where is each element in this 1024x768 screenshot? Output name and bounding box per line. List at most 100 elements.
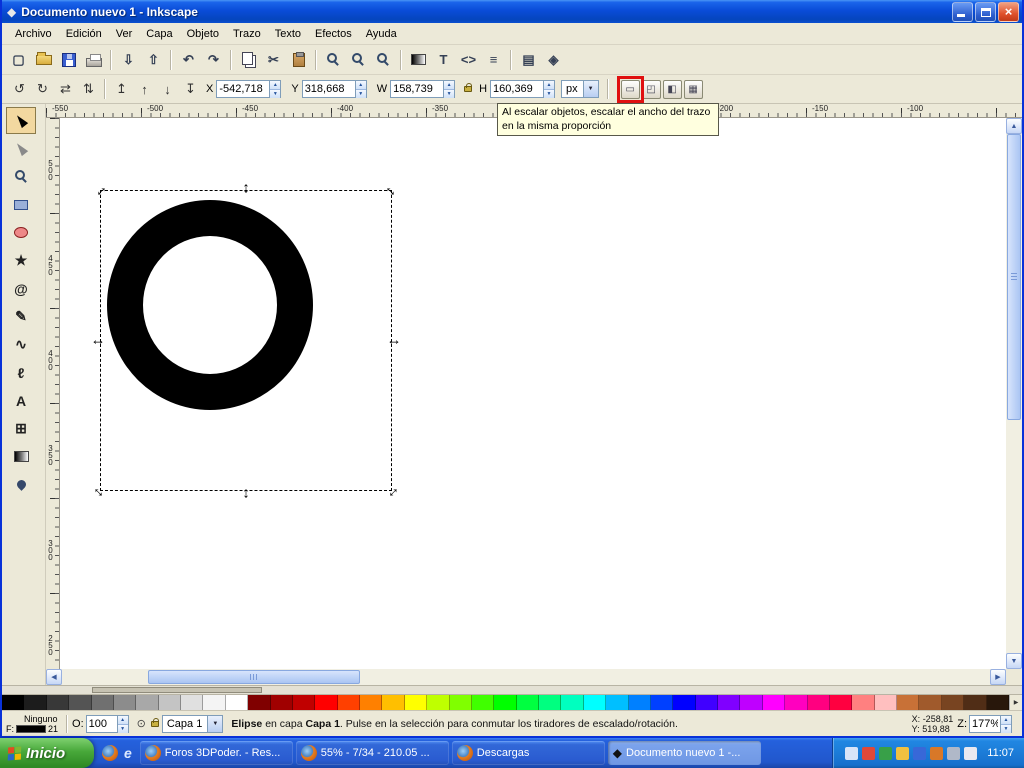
selection-handle-e[interactable]: ↔ bbox=[387, 333, 402, 348]
palette-swatch[interactable] bbox=[807, 695, 830, 710]
palette-scroll-thumb[interactable] bbox=[92, 687, 262, 693]
menu-objeto[interactable]: Objeto bbox=[180, 25, 226, 43]
palette-swatch[interactable] bbox=[427, 695, 450, 710]
fill-stroke-indicator[interactable]: Ninguno F: 21 bbox=[6, 714, 58, 734]
rotate-90-cw-button[interactable]: ↻ bbox=[31, 79, 54, 100]
connector-tool[interactable]: ⊞ bbox=[6, 415, 36, 442]
palette-swatch[interactable] bbox=[516, 695, 539, 710]
raise-button[interactable]: ↑ bbox=[133, 79, 156, 100]
palette-swatch[interactable] bbox=[69, 695, 92, 710]
palette-swatch[interactable] bbox=[91, 695, 114, 710]
palette-swatch[interactable] bbox=[650, 695, 674, 710]
pencil-tool[interactable]: ✎ bbox=[6, 303, 36, 330]
palette-swatch[interactable] bbox=[628, 695, 651, 710]
star-tool[interactable]: ★ bbox=[6, 247, 36, 274]
import-document-button[interactable]: ⇩ bbox=[116, 48, 141, 71]
zoom-input[interactable] bbox=[970, 715, 1000, 732]
open-document-button[interactable] bbox=[31, 48, 56, 71]
lower-to-bottom-button[interactable]: ↧ bbox=[179, 79, 202, 100]
task-inkscape[interactable]: ◆ Documento nuevo 1 -... bbox=[607, 741, 761, 765]
palette-more-button[interactable]: ▶ bbox=[1009, 695, 1022, 710]
selection-handle-s[interactable]: ↕ bbox=[242, 486, 250, 501]
palette-swatch[interactable] bbox=[113, 695, 137, 710]
palette-swatch[interactable] bbox=[136, 695, 159, 710]
palette-swatch[interactable] bbox=[404, 695, 428, 710]
menu-efectos[interactable]: Efectos bbox=[308, 25, 359, 43]
horizontal-scrollbar[interactable]: ◀ ▶ bbox=[46, 669, 1006, 685]
palette-swatch[interactable] bbox=[583, 695, 607, 710]
gradient-tool[interactable] bbox=[6, 443, 36, 470]
palette-swatch[interactable] bbox=[874, 695, 897, 710]
bezier-tool[interactable]: ∿ bbox=[6, 331, 36, 358]
selection-handle-n[interactable]: ↕ bbox=[242, 181, 250, 196]
lower-button[interactable]: ↓ bbox=[156, 79, 179, 100]
vertical-ruler[interactable]: 500 450 400 350 300 250 bbox=[46, 118, 60, 669]
zoom-to-page-button[interactable] bbox=[371, 48, 396, 71]
palette-swatch[interactable] bbox=[24, 695, 47, 710]
move-gradients-toggle[interactable]: ◧ bbox=[662, 79, 682, 99]
dropper-tool[interactable] bbox=[6, 471, 36, 498]
raise-to-top-button[interactable]: ↥ bbox=[110, 79, 133, 100]
w-input[interactable] bbox=[391, 81, 444, 97]
w-spinbox[interactable]: ▲▼ bbox=[390, 80, 456, 98]
menu-ver[interactable]: Ver bbox=[109, 25, 140, 43]
zoom-spinbox[interactable]: ▲▼ bbox=[969, 714, 1012, 733]
palette-swatch[interactable] bbox=[718, 695, 741, 710]
start-button[interactable]: Inicio bbox=[0, 738, 94, 768]
palette-swatch[interactable] bbox=[471, 695, 495, 710]
palette-swatch[interactable] bbox=[561, 695, 584, 710]
palette-swatch[interactable] bbox=[382, 695, 405, 710]
lock-ratio-toggle[interactable] bbox=[464, 83, 473, 92]
palette-swatch[interactable] bbox=[539, 695, 562, 710]
flip-vertical-button[interactable]: ⇅ bbox=[77, 79, 100, 100]
palette-swatch[interactable] bbox=[762, 695, 786, 710]
palette-swatch[interactable] bbox=[181, 695, 204, 710]
zoom-to-drawing-button[interactable] bbox=[346, 48, 371, 71]
vertical-scroll-thumb[interactable] bbox=[1007, 134, 1021, 420]
palette-swatch[interactable] bbox=[248, 695, 271, 710]
menu-trazo[interactable]: Trazo bbox=[226, 25, 268, 43]
zoom-to-selection-button[interactable] bbox=[321, 48, 346, 71]
calligraphy-tool[interactable]: ℓ bbox=[6, 359, 36, 386]
spiral-tool[interactable]: @ bbox=[6, 275, 36, 302]
maximize-button[interactable] bbox=[975, 1, 996, 22]
palette-swatch[interactable] bbox=[360, 695, 383, 710]
canvas[interactable]: ↔ ↕ ↔ ↔ ↔ ↔ ↕ ↔ bbox=[60, 118, 1006, 669]
scale-stroke-width-toggle[interactable]: ▭ bbox=[616, 75, 644, 103]
y-input[interactable] bbox=[302, 81, 355, 97]
h-spinbox[interactable]: ▲▼ bbox=[490, 80, 556, 98]
opacity-input[interactable] bbox=[86, 715, 117, 732]
menu-ayuda[interactable]: Ayuda bbox=[359, 25, 404, 43]
menu-archivo[interactable]: Archivo bbox=[8, 25, 59, 43]
fill-color-swatch[interactable] bbox=[16, 724, 46, 733]
menu-edicin[interactable]: Edición bbox=[59, 25, 109, 43]
minimize-button[interactable] bbox=[952, 1, 973, 22]
h-input[interactable] bbox=[491, 81, 544, 97]
tray-icon[interactable] bbox=[947, 746, 961, 760]
rotate-90-ccw-button[interactable]: ↺ bbox=[8, 79, 31, 100]
scroll-up-button[interactable]: ▲ bbox=[1006, 118, 1022, 134]
palette-swatch[interactable] bbox=[337, 695, 360, 710]
palette-swatch[interactable] bbox=[829, 695, 853, 710]
palette-scrollbar[interactable] bbox=[2, 685, 1022, 695]
undo-button[interactable]: ↶ bbox=[176, 48, 201, 71]
palette-swatch[interactable] bbox=[919, 695, 942, 710]
rectangle-tool[interactable] bbox=[6, 191, 36, 218]
paste-button[interactable] bbox=[286, 48, 311, 71]
fill-and-stroke-dialog-button[interactable] bbox=[406, 48, 431, 71]
print-document-button[interactable] bbox=[81, 48, 106, 71]
palette-swatch[interactable] bbox=[986, 695, 1009, 710]
tray-icon[interactable] bbox=[862, 746, 876, 760]
copy-button[interactable] bbox=[236, 48, 261, 71]
title-bar[interactable]: ◆ Documento nuevo 1 - Inkscape × bbox=[2, 0, 1022, 23]
tray-icon[interactable] bbox=[964, 746, 978, 760]
palette-swatch[interactable] bbox=[897, 695, 920, 710]
palette-swatch[interactable] bbox=[695, 695, 718, 710]
tray-icon[interactable] bbox=[930, 746, 944, 760]
task-descargas[interactable]: Descargas bbox=[451, 741, 605, 765]
palette-swatch[interactable] bbox=[673, 695, 696, 710]
inkscape-preferences-button[interactable]: ◈ bbox=[541, 48, 566, 71]
cut-button[interactable]: ✂ bbox=[261, 48, 286, 71]
scroll-left-button[interactable]: ◀ bbox=[46, 669, 62, 685]
zoom-tool[interactable] bbox=[6, 163, 36, 190]
